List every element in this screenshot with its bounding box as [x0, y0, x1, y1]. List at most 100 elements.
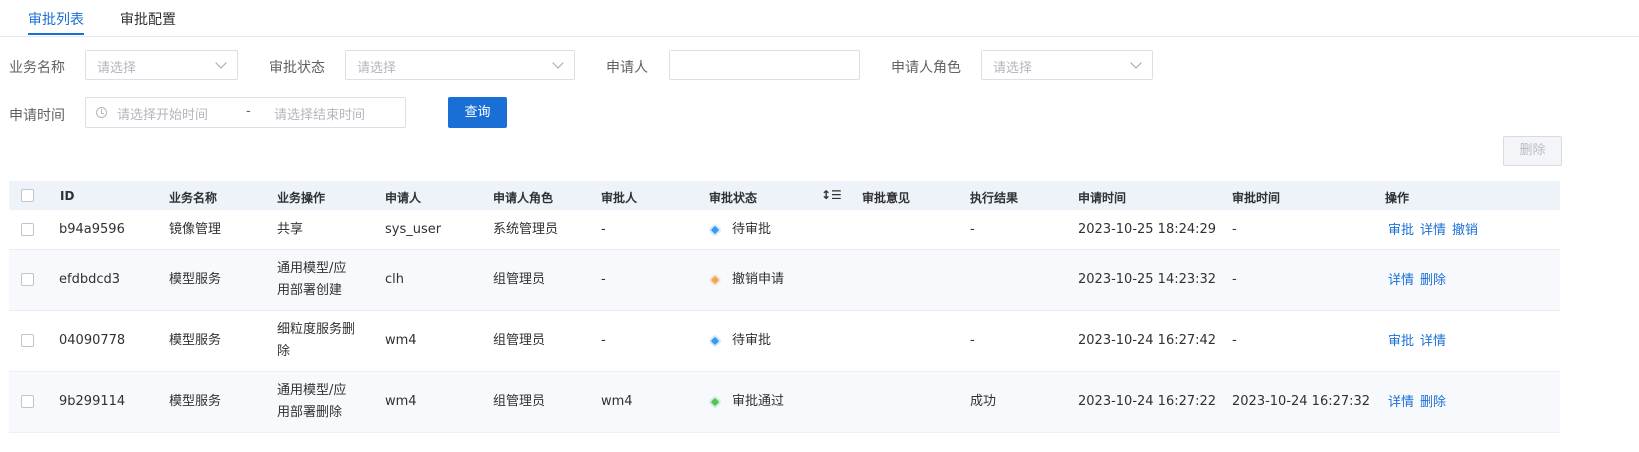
delete-link[interactable]: 删除: [1420, 395, 1446, 410]
cell-actions: 详情 删除: [1388, 392, 1452, 414]
cell-apply-time: 2023-10-24 16:27:42: [1078, 333, 1217, 348]
detail-link[interactable]: 详情: [1388, 273, 1414, 288]
cell-business-op-line1: 通用模型/应: [277, 383, 347, 398]
cell-approver: -: [601, 272, 606, 287]
revoke-link[interactable]: 撤销: [1452, 223, 1478, 238]
approval-status-label: 审批状态: [269, 60, 325, 76]
cell-business-op-line1: 细粒度服务删: [277, 322, 356, 337]
status-dot: [710, 275, 720, 285]
cell-business-op-line1: 通用模型/应: [277, 261, 347, 276]
sort-icon[interactable]: ↕☰: [821, 188, 842, 202]
cell-id: b94a9596: [59, 222, 125, 237]
col-apply-time: 申请时间: [1078, 191, 1127, 205]
cell-applicant: clh: [385, 272, 404, 287]
applicant-role-select[interactable]: 请选择: [981, 50, 1153, 80]
col-approval-status: 审批状态: [709, 191, 758, 205]
clock-icon: [96, 107, 107, 118]
table-row: efdbdcd3 模型服务 通用模型/应 用部署创建 clh 组管理员 - 撤销…: [9, 250, 1560, 311]
range-separator: -: [246, 104, 251, 119]
col-exec-result: 执行结果: [970, 191, 1019, 205]
col-approval-opinion: 审批意见: [862, 191, 911, 205]
approve-link[interactable]: 审批: [1388, 334, 1414, 349]
col-approver: 审批人: [601, 191, 638, 205]
cell-approve-time: 2023-10-24 16:27:32: [1232, 394, 1371, 409]
active-tab-indicator: [28, 33, 84, 35]
col-approve-time: 审批时间: [1232, 191, 1281, 205]
business-name-placeholder: 请选择: [97, 61, 137, 76]
business-name-select[interactable]: 请选择: [85, 50, 238, 80]
table-row: b94a9596 镜像管理 共享 sys_user 系统管理员 - 待审批 - …: [9, 210, 1560, 250]
select-all-checkbox[interactable]: [21, 189, 34, 202]
cell-applicant: wm4: [385, 394, 417, 409]
col-id: ID: [60, 189, 75, 203]
row-checkbox[interactable]: [21, 273, 34, 286]
table-row: 9b299114 模型服务 通用模型/应 用部署删除 wm4 组管理员 wm4 …: [9, 372, 1560, 433]
approve-link[interactable]: 审批: [1388, 223, 1414, 238]
delete-link[interactable]: 删除: [1420, 273, 1446, 288]
cell-business-name: 模型服务: [169, 272, 222, 287]
business-name-label: 业务名称: [9, 60, 65, 76]
detail-link[interactable]: 详情: [1388, 395, 1414, 410]
apply-time-label: 申请时间: [9, 108, 65, 124]
cell-status: 待审批: [732, 222, 772, 237]
cell-applicant-role: 组管理员: [493, 333, 546, 348]
tab-approval-list[interactable]: 审批列表: [28, 9, 84, 29]
table-row: 04090778 模型服务 细粒度服务删 除 wm4 组管理员 - 待审批 - …: [9, 311, 1560, 372]
cell-business-name: 模型服务: [169, 333, 222, 348]
cell-actions: 审批 详情 撤销: [1388, 220, 1484, 242]
cell-result: -: [970, 222, 975, 237]
tab-approval-config[interactable]: 审批配置: [120, 9, 176, 29]
cell-apply-time: 2023-10-24 16:27:22: [1078, 394, 1217, 409]
detail-link[interactable]: 详情: [1420, 223, 1446, 238]
col-applicant-role: 申请人角色: [493, 191, 554, 205]
cell-business-name: 模型服务: [169, 394, 222, 409]
chevron-down-icon: [215, 57, 227, 69]
applicant-label: 申请人: [606, 60, 648, 76]
cell-id: 9b299114: [59, 394, 126, 409]
cell-id: efdbdcd3: [59, 272, 121, 287]
row-checkbox[interactable]: [21, 223, 34, 236]
cell-approve-time: -: [1232, 333, 1237, 348]
cell-approver: wm4: [601, 394, 633, 409]
cell-approve-time: -: [1232, 272, 1237, 287]
cell-business-op-line2: 除: [277, 344, 291, 359]
apply-time-range-picker[interactable]: 请选择开始时间 - 请选择结束时间: [85, 97, 406, 128]
delete-button[interactable]: 删除: [1503, 136, 1562, 166]
applicant-input[interactable]: [669, 50, 860, 80]
query-button[interactable]: 查询: [448, 97, 507, 128]
cell-business-op-line2: 用部署创建: [277, 283, 343, 298]
applicant-role-placeholder: 请选择: [993, 61, 1033, 76]
cell-business-name: 镜像管理: [169, 222, 222, 237]
tab-bar: 审批列表 审批配置: [0, 0, 1639, 37]
col-applicant: 申请人: [385, 191, 422, 205]
approval-table: ID 业务名称 业务操作 申请人 申请人角色 审批人 审批状态 ↕☰ 审批意见 …: [9, 181, 1560, 433]
status-dot: [710, 397, 720, 407]
cell-id: 04090778: [59, 333, 126, 348]
chevron-down-icon: [552, 57, 564, 69]
cell-business-op: 共享: [277, 222, 304, 237]
cell-business-op-line2: 用部署删除: [277, 405, 343, 420]
start-time-placeholder[interactable]: 请选择开始时间: [117, 104, 208, 123]
row-checkbox[interactable]: [21, 395, 34, 408]
cell-status: 审批通过: [732, 394, 785, 409]
detail-link[interactable]: 详情: [1420, 334, 1446, 349]
cell-applicant: wm4: [385, 333, 417, 348]
cell-status: 撤销申请: [732, 272, 785, 287]
cell-applicant: sys_user: [385, 222, 442, 237]
cell-apply-time: 2023-10-25 18:24:29: [1078, 222, 1217, 237]
chevron-down-icon: [1130, 57, 1142, 69]
applicant-role-label: 申请人角色: [891, 60, 961, 76]
col-business-op: 业务操作: [277, 191, 326, 205]
end-time-placeholder[interactable]: 请选择结束时间: [274, 104, 365, 123]
cell-applicant-role: 组管理员: [493, 272, 546, 287]
col-business-name: 业务名称: [169, 191, 218, 205]
row-checkbox[interactable]: [21, 334, 34, 347]
cell-result: 成功: [970, 394, 997, 409]
approval-status-placeholder: 请选择: [357, 61, 397, 76]
cell-approver: -: [601, 333, 606, 348]
approval-status-select[interactable]: 请选择: [345, 50, 575, 80]
cell-applicant-role: 系统管理员: [493, 222, 559, 237]
cell-apply-time: 2023-10-25 14:23:32: [1078, 272, 1217, 287]
cell-result: -: [970, 333, 975, 348]
cell-actions: 审批 详情: [1388, 331, 1452, 353]
